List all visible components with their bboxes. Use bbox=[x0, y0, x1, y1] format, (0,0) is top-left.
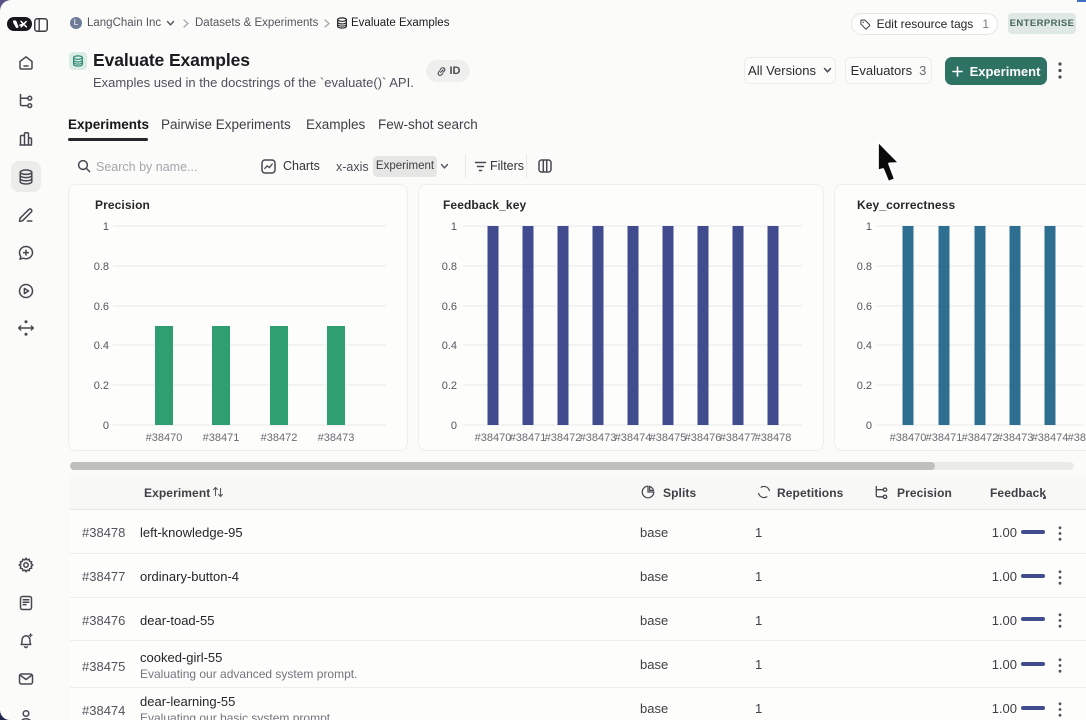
svg-text:1: 1 bbox=[103, 221, 109, 233]
svg-text:0.2: 0.2 bbox=[857, 380, 872, 392]
svg-text:0: 0 bbox=[866, 420, 872, 432]
svg-text:0.2: 0.2 bbox=[94, 380, 109, 392]
svg-text:#38470: #38470 bbox=[475, 432, 512, 444]
svg-text:0.2: 0.2 bbox=[442, 380, 457, 392]
svg-text:#38476: #38476 bbox=[685, 432, 722, 444]
svg-text:#38472: #38472 bbox=[962, 432, 999, 444]
svg-text:#38470: #38470 bbox=[890, 432, 927, 444]
svg-text:#38474: #38474 bbox=[615, 432, 652, 444]
svg-text:0: 0 bbox=[103, 420, 109, 432]
svg-text:0.6: 0.6 bbox=[442, 301, 457, 313]
svg-text:#38477: #38477 bbox=[720, 432, 757, 444]
svg-text:0: 0 bbox=[451, 420, 457, 432]
svg-text:1: 1 bbox=[866, 221, 872, 233]
svg-text:#38471: #38471 bbox=[510, 432, 547, 444]
svg-text:#38471: #38471 bbox=[926, 432, 963, 444]
svg-text:#38473: #38473 bbox=[997, 432, 1034, 444]
svg-text:#38475: #38475 bbox=[650, 432, 687, 444]
svg-text:0.4: 0.4 bbox=[94, 340, 109, 352]
svg-text:0.6: 0.6 bbox=[857, 301, 872, 313]
svg-text:#38470: #38470 bbox=[146, 432, 183, 444]
svg-text:0.4: 0.4 bbox=[857, 340, 872, 352]
svg-text:#38472: #38472 bbox=[261, 432, 298, 444]
svg-text:#38474: #38474 bbox=[1032, 432, 1069, 444]
svg-text:0.8: 0.8 bbox=[857, 261, 872, 273]
svg-text:#38472: #38472 bbox=[545, 432, 582, 444]
svg-text:0.8: 0.8 bbox=[442, 261, 457, 273]
svg-text:#38473: #38473 bbox=[580, 432, 617, 444]
svg-text:#38471: #38471 bbox=[203, 432, 240, 444]
svg-text:1: 1 bbox=[451, 221, 457, 233]
svg-text:0.8: 0.8 bbox=[94, 261, 109, 273]
svg-text:0.4: 0.4 bbox=[442, 340, 457, 352]
svg-text:0.6: 0.6 bbox=[94, 301, 109, 313]
svg-text:#38475: #38475 bbox=[1068, 432, 1086, 444]
svg-text:#38473: #38473 bbox=[318, 432, 355, 444]
svg-text:#38478: #38478 bbox=[755, 432, 792, 444]
